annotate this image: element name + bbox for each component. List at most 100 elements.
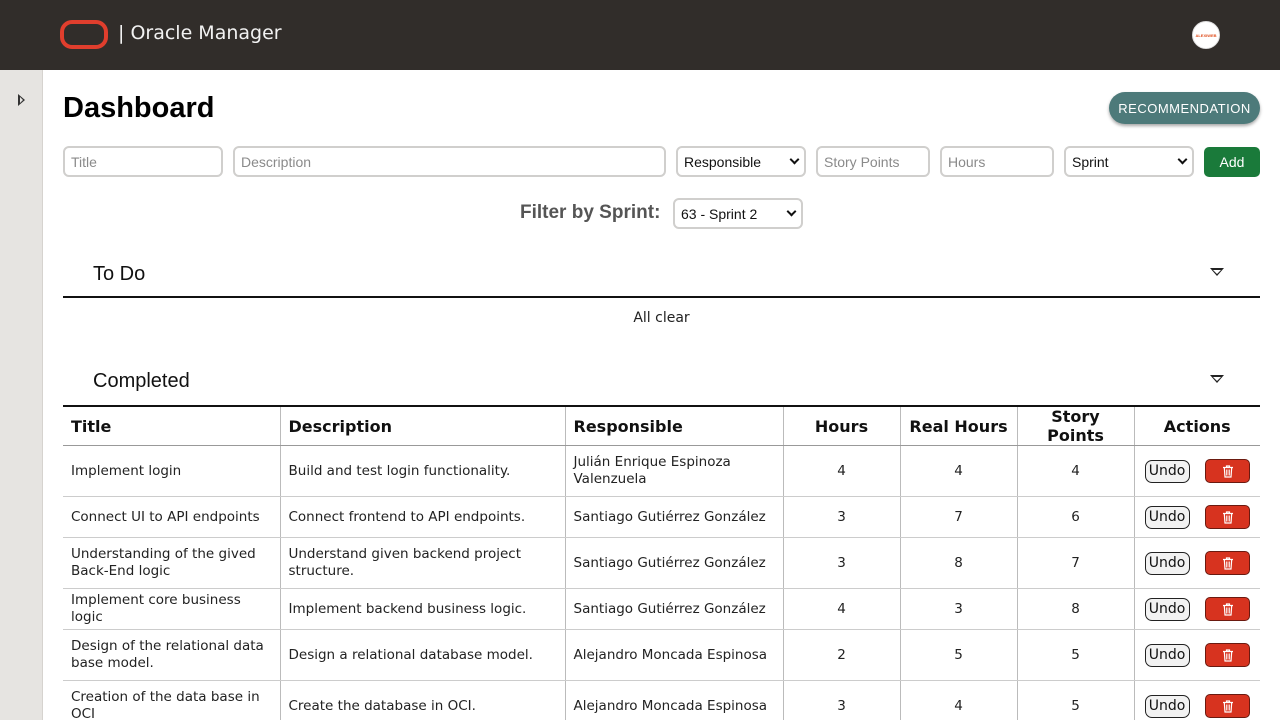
- delete-button[interactable]: [1205, 551, 1250, 575]
- hours-input[interactable]: [940, 146, 1054, 177]
- task-responsible-cell: Julián Enrique Espinoza Valenzuela: [565, 445, 784, 497]
- collapse-completed-icon[interactable]: [1210, 375, 1224, 383]
- trash-icon: [1222, 602, 1233, 616]
- oracle-logo-icon[interactable]: [60, 20, 108, 49]
- undo-button[interactable]: Undo: [1144, 597, 1190, 621]
- collapse-todo-icon[interactable]: [1210, 268, 1224, 276]
- chevron-down-icon: [786, 206, 797, 217]
- task-story-points-cell: 4: [1017, 445, 1135, 497]
- task-actions-cell: Undo: [1134, 680, 1260, 720]
- column-header-actions: Actions: [1134, 405, 1260, 446]
- delete-button[interactable]: [1205, 505, 1250, 529]
- task-description-cell: Connect frontend to API endpoints.: [280, 496, 566, 538]
- task-description-cell: Design a relational database model.: [280, 629, 566, 681]
- sprint-select[interactable]: Sprint: [1064, 146, 1194, 177]
- task-actions-cell: Undo: [1134, 629, 1260, 681]
- story-points-input[interactable]: [816, 146, 930, 177]
- table-row: Creation of the data base in OCI Create t…: [63, 680, 1260, 720]
- todo-empty-message: All clear: [633, 310, 690, 326]
- chevron-down-icon: [789, 154, 800, 165]
- task-real-hours-cell: 5: [900, 629, 1018, 681]
- column-header-description: Description: [280, 405, 566, 446]
- recommendation-button[interactable]: RECOMMENDATION: [1109, 92, 1260, 124]
- trash-icon: [1222, 464, 1233, 478]
- task-description-cell: Create the database in OCI.: [280, 680, 566, 720]
- table-row: Understanding of the gived Back-End logi…: [63, 537, 1260, 589]
- task-responsible-cell: Santiago Gutiérrez González: [565, 496, 784, 538]
- responsible-select[interactable]: Responsible: [676, 146, 806, 177]
- undo-button[interactable]: Undo: [1144, 694, 1190, 718]
- column-header-hours: Hours: [783, 405, 901, 446]
- task-story-points-cell: 8: [1017, 588, 1135, 630]
- completed-table: Title Description Responsible Hours Real…: [63, 405, 1260, 720]
- task-real-hours-cell: 7: [900, 496, 1018, 538]
- undo-button[interactable]: Undo: [1144, 551, 1190, 575]
- sprint-filter-value: 63 - Sprint 2: [681, 205, 758, 222]
- task-real-hours-cell: 4: [900, 680, 1018, 720]
- task-story-points-cell: 5: [1017, 680, 1135, 720]
- todo-section-title: To Do: [93, 263, 146, 285]
- top-bar: | Oracle Manager ALEXIWEB: [0, 0, 1280, 70]
- sprint-filter-select[interactable]: 63 - Sprint 2: [673, 198, 803, 229]
- undo-button[interactable]: Undo: [1144, 459, 1190, 483]
- undo-button[interactable]: Undo: [1144, 505, 1190, 529]
- table-row: Implement login Build and test login func…: [63, 445, 1260, 497]
- task-description-cell: Build and test login functionality.: [280, 445, 566, 497]
- app-title: | Oracle Manager: [118, 22, 282, 44]
- task-title-cell: Implement login: [63, 445, 281, 497]
- task-title-cell: Understanding of the gived Back-End logi…: [63, 537, 281, 589]
- column-header-responsible: Responsible: [565, 405, 784, 446]
- responsible-select-value: Responsible: [684, 153, 762, 170]
- title-input[interactable]: [63, 146, 223, 177]
- task-title-cell: Design of the relational data base model…: [63, 629, 281, 681]
- avatar-text: ALEXIWEB: [1195, 32, 1217, 38]
- trash-icon: [1222, 648, 1233, 662]
- add-task-button[interactable]: Add: [1204, 147, 1260, 177]
- task-hours-cell: 3: [783, 680, 901, 720]
- trash-icon: [1222, 699, 1233, 713]
- task-real-hours-cell: 8: [900, 537, 1018, 589]
- caret-right-icon[interactable]: [18, 94, 25, 106]
- column-header-title: Title: [63, 405, 281, 446]
- task-hours-cell: 3: [783, 496, 901, 538]
- task-actions-cell: Undo: [1134, 445, 1260, 497]
- description-input[interactable]: [233, 146, 666, 177]
- task-actions-cell: Undo: [1134, 537, 1260, 589]
- sprint-select-value: Sprint: [1072, 153, 1109, 170]
- table-row: Implement core business logic Implement b…: [63, 588, 1260, 630]
- delete-button[interactable]: [1205, 694, 1250, 718]
- table-row: Connect UI to API endpoints Connect front…: [63, 496, 1260, 538]
- filter-label: Filter by Sprint:: [520, 202, 661, 223]
- undo-button[interactable]: Undo: [1144, 643, 1190, 667]
- task-hours-cell: 3: [783, 537, 901, 589]
- task-hours-cell: 4: [783, 445, 901, 497]
- task-title-cell: Creation of the data base in OCI: [63, 680, 281, 720]
- delete-button[interactable]: [1205, 597, 1250, 621]
- table-header-row: Title Description Responsible Hours Real…: [63, 405, 1260, 446]
- delete-button[interactable]: [1205, 643, 1250, 667]
- chevron-down-icon: [1177, 154, 1188, 165]
- task-responsible-cell: Santiago Gutiérrez González: [565, 537, 784, 589]
- task-story-points-cell: 7: [1017, 537, 1135, 589]
- task-actions-cell: Undo: [1134, 588, 1260, 630]
- task-title-cell: Connect UI to API endpoints: [63, 496, 281, 538]
- column-header-real-hours: Real Hours: [900, 405, 1018, 446]
- sidebar: [0, 70, 43, 720]
- trash-icon: [1222, 556, 1233, 570]
- task-story-points-cell: 6: [1017, 496, 1135, 538]
- task-real-hours-cell: 4: [900, 445, 1018, 497]
- task-description-cell: Understand given backend project structu…: [280, 537, 566, 589]
- table-row: Design of the relational data base model…: [63, 629, 1260, 681]
- task-responsible-cell: Alejandro Moncada Espinosa: [565, 629, 784, 681]
- task-responsible-cell: Santiago Gutiérrez González: [565, 588, 784, 630]
- task-story-points-cell: 5: [1017, 629, 1135, 681]
- task-hours-cell: 2: [783, 629, 901, 681]
- completed-section-title: Completed: [93, 370, 190, 392]
- page-title: Dashboard: [63, 92, 215, 124]
- user-avatar[interactable]: ALEXIWEB: [1192, 21, 1220, 49]
- task-actions-cell: Undo: [1134, 496, 1260, 538]
- delete-button[interactable]: [1205, 459, 1250, 483]
- todo-divider: [63, 296, 1260, 298]
- task-title-cell: Implement core business logic: [63, 588, 281, 630]
- trash-icon: [1222, 510, 1233, 524]
